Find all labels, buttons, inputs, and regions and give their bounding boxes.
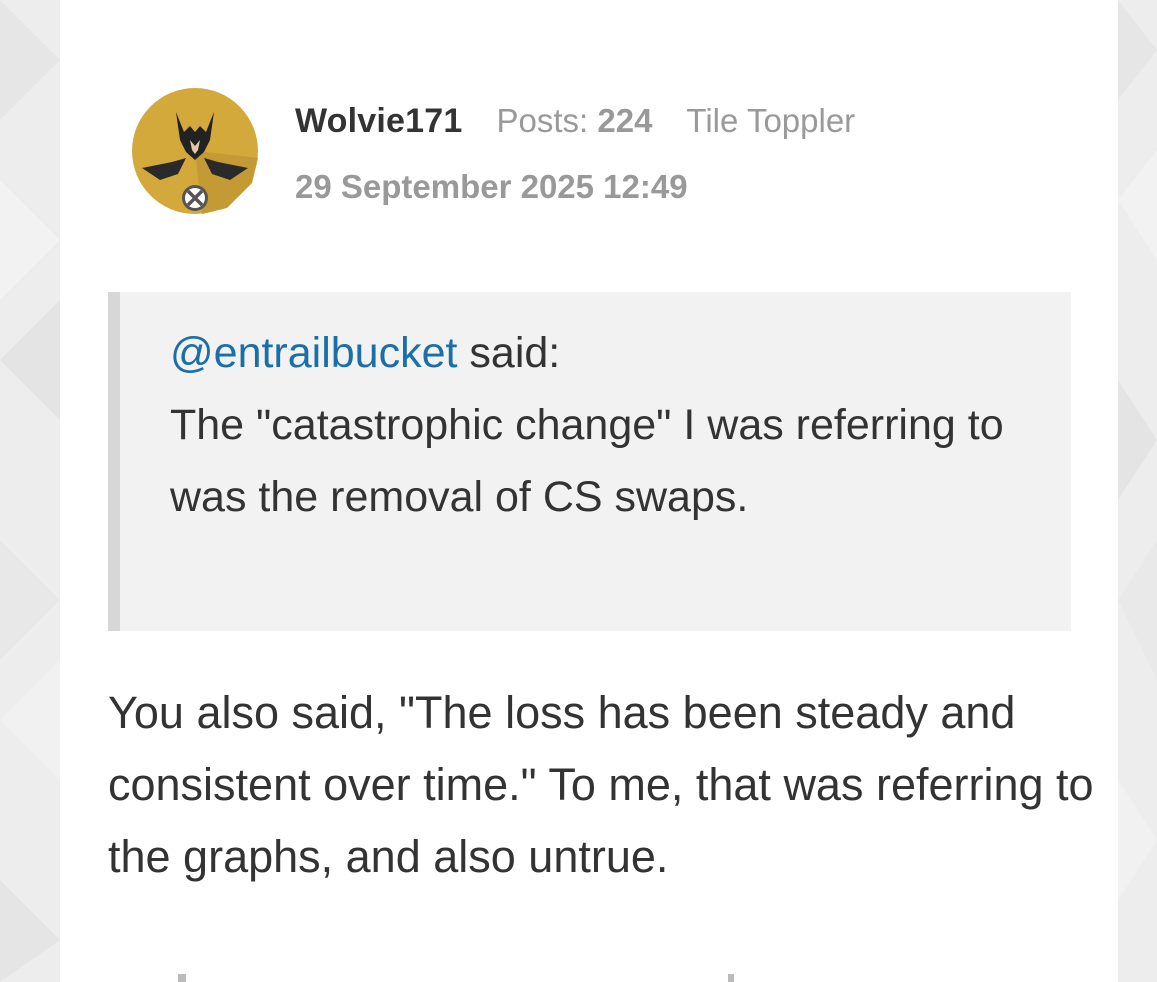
posts-count-value: 224 [597, 102, 653, 139]
mention-link[interactable]: @entrailbucket [170, 329, 457, 377]
forum-post-card: Wolvie171 Posts: 224 Tile Toppler 29 Sep… [60, 0, 1118, 982]
blockquote: @entrailbucket said: The "catastrophic c… [108, 292, 1071, 631]
post-body-text: You also said, "The loss has been steady… [108, 687, 1094, 882]
wolverine-avatar-icon[interactable] [132, 88, 258, 214]
post-meta: Wolvie171 Posts: 224 Tile Toppler [295, 96, 855, 146]
post-timestamp[interactable]: 29 September 2025 12:49 [295, 168, 688, 206]
posts-label: Posts: [496, 102, 589, 139]
post-count: Posts: 224 [496, 102, 652, 140]
quote-body: @entrailbucket said: The "catastrophic c… [170, 317, 1030, 533]
quote-text: The "catastrophic change" I was referrin… [170, 401, 1004, 521]
username-link[interactable]: Wolvie171 [295, 102, 462, 141]
cropped-content-fragment [178, 974, 734, 982]
said-label: said: [469, 329, 561, 377]
user-rank: Tile Toppler [686, 102, 856, 139]
